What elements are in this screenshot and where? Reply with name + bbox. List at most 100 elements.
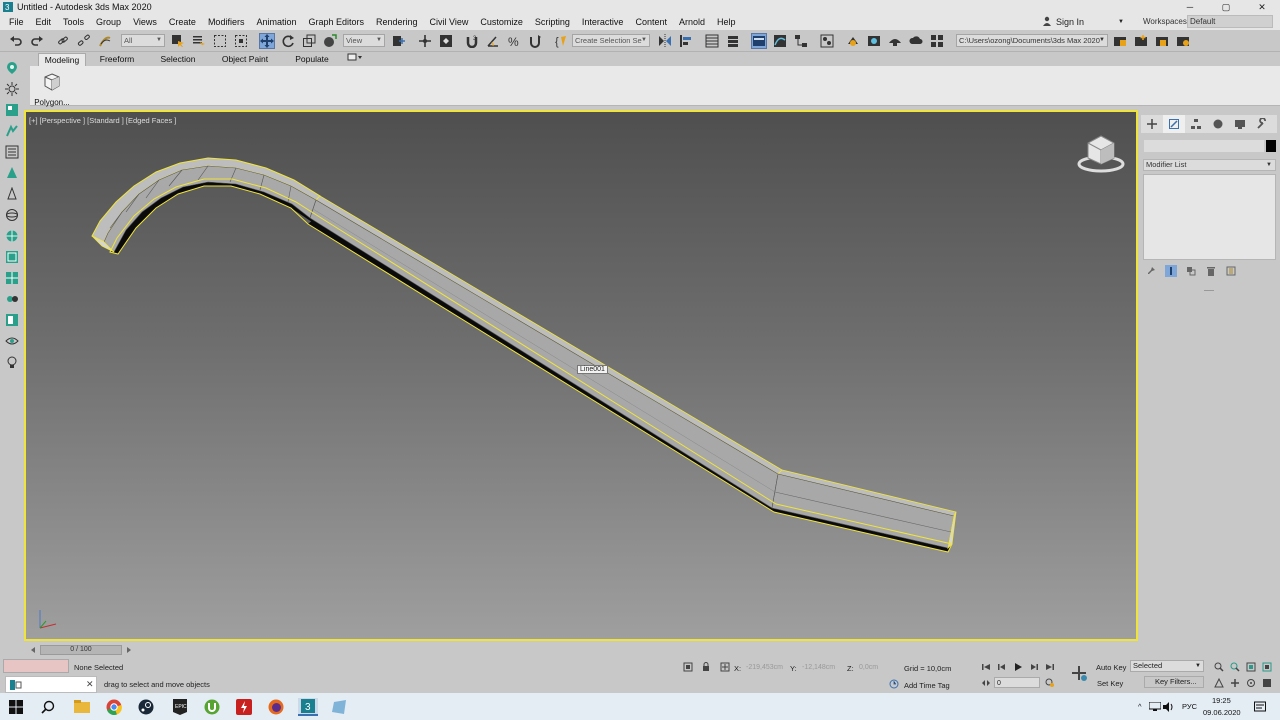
time-tag-icon[interactable] — [888, 678, 900, 690]
unlink-icon[interactable] — [76, 33, 92, 49]
tab-selection[interactable]: Selection — [153, 53, 203, 66]
rendered-frame-window-icon[interactable] — [866, 33, 882, 49]
link-icon[interactable] — [55, 33, 71, 49]
previous-key-icon[interactable] — [996, 661, 1008, 673]
toggle-ribbon-icon[interactable] — [751, 33, 767, 49]
menu-file[interactable]: File — [3, 17, 30, 27]
project-icon[interactable] — [1112, 33, 1128, 49]
close-button[interactable]: ✕ — [1244, 0, 1280, 14]
show-hidden-icons-icon[interactable]: ^ — [1138, 702, 1142, 711]
polygon-modeling-button[interactable]: Polygon... — [32, 70, 70, 107]
pivot-center-icon[interactable] — [391, 33, 407, 49]
menu-rendering[interactable]: Rendering — [370, 17, 424, 27]
pan-view-icon[interactable] — [1229, 677, 1241, 689]
chrome-icon[interactable] — [104, 698, 124, 716]
flash-app-icon[interactable] — [234, 698, 254, 716]
create-icon[interactable] — [4, 60, 20, 76]
tab-populate[interactable]: Populate — [286, 53, 338, 66]
auto-key-button[interactable]: Auto Key — [1096, 663, 1126, 672]
field-of-view-icon[interactable] — [1213, 677, 1225, 689]
project-folder-dropdown[interactable]: C:\Users\ozong\Documents\3ds Max 2020 ▼ — [956, 34, 1108, 47]
panel-toggle-icon[interactable] — [4, 312, 20, 328]
key-selection-dropdown[interactable]: Selected ▼ — [1130, 660, 1204, 672]
window-app-icon[interactable] — [330, 698, 350, 716]
project-settings-icon[interactable] — [1175, 33, 1191, 49]
edit-named-selection-icon[interactable]: { — [553, 33, 569, 49]
set-key-button[interactable]: Set Key — [1097, 679, 1123, 688]
go-to-end-icon[interactable] — [1044, 661, 1056, 673]
pin-stack-icon[interactable] — [1145, 265, 1157, 277]
menu-create[interactable]: Create — [163, 17, 202, 27]
key-filters-button[interactable]: Key Filters... — [1144, 676, 1204, 688]
isolate-selection-icon[interactable] — [682, 661, 694, 673]
maximize-viewport-icon[interactable] — [4, 249, 20, 265]
material-editor-icon[interactable] — [819, 33, 835, 49]
modifier-stack[interactable] — [1143, 174, 1276, 260]
time-configuration-icon[interactable] — [1044, 677, 1056, 689]
viewport-layouts-icon[interactable] — [4, 102, 20, 118]
menu-tools[interactable]: Tools — [57, 17, 90, 27]
zoom-extents-all-icon[interactable] — [1261, 661, 1273, 673]
panel-resize-handle[interactable] — [1204, 290, 1214, 291]
percent-snap-icon[interactable]: % — [506, 33, 522, 49]
select-and-rotate-icon[interactable] — [280, 33, 296, 49]
go-to-start-icon[interactable] — [980, 661, 992, 673]
menu-scripting[interactable]: Scripting — [529, 17, 576, 27]
menu-interactive[interactable]: Interactive — [576, 17, 630, 27]
mirror-icon[interactable] — [657, 33, 673, 49]
zoom-icon[interactable] — [1213, 661, 1225, 673]
globe-icon[interactable] — [4, 228, 20, 244]
close-icon[interactable]: ✕ — [86, 679, 94, 690]
toggle-layer-explorer-icon[interactable] — [725, 33, 741, 49]
menu-edit[interactable]: Edit — [30, 17, 58, 27]
menu-group[interactable]: Group — [90, 17, 127, 27]
menu-arnold[interactable]: Arnold — [673, 17, 711, 27]
show-end-result-icon[interactable] — [1165, 265, 1177, 277]
menu-graph-editors[interactable]: Graph Editors — [302, 17, 370, 27]
selection-filter-dropdown[interactable]: All ▼ — [121, 34, 165, 47]
file-explorer-icon[interactable] — [72, 698, 92, 716]
render-production-icon[interactable] — [887, 33, 903, 49]
next-frame-icon[interactable] — [123, 644, 135, 656]
object-name-field[interactable] — [1144, 140, 1264, 152]
sun-icon[interactable] — [4, 81, 20, 97]
menu-content[interactable]: Content — [629, 17, 673, 27]
add-time-tag[interactable]: Add Time Tag — [904, 681, 950, 690]
display-tab-icon[interactable] — [1229, 115, 1251, 133]
angle-snap-icon[interactable] — [485, 33, 501, 49]
perspective-viewport[interactable]: [+] [Perspective ] [Standard ] [Edged Fa… — [24, 110, 1138, 641]
modifier-list-dropdown[interactable]: Modifier List ▼ — [1143, 159, 1276, 171]
render-in-cloud-icon[interactable] — [908, 33, 924, 49]
window-crossing-icon[interactable] — [233, 33, 249, 49]
rectangular-selection-icon[interactable] — [212, 33, 228, 49]
keyboard-shortcut-toggle-icon[interactable] — [438, 33, 454, 49]
make-unique-icon[interactable] — [1185, 265, 1197, 277]
walkthrough-icon[interactable] — [4, 123, 20, 139]
sign-in-button[interactable]: Sign In ▼ — [1042, 15, 1124, 29]
viewcube[interactable] — [1076, 130, 1126, 176]
ribbon-options-button[interactable] — [346, 53, 364, 66]
configure-modifier-sets-icon[interactable] — [1225, 265, 1237, 277]
scene-explorer-icon[interactable] — [4, 144, 20, 160]
tab-object-paint[interactable]: Object Paint — [215, 53, 275, 66]
notifications-icon[interactable] — [1252, 698, 1268, 716]
spline-extrusion-object[interactable] — [26, 112, 1136, 639]
redo-icon[interactable] — [29, 33, 45, 49]
hierarchy-tab-icon[interactable] — [1185, 115, 1207, 133]
eye-icon[interactable] — [4, 333, 20, 349]
select-by-name-icon[interactable] — [191, 33, 207, 49]
search-icon[interactable] — [38, 698, 58, 716]
lock-icon[interactable] — [700, 661, 712, 673]
workspace-select[interactable]: Default — [1187, 15, 1273, 28]
input-language[interactable]: РУС — [1182, 702, 1197, 711]
undo-icon[interactable] — [8, 33, 24, 49]
orbit-view-icon[interactable] — [1245, 677, 1257, 689]
select-object-icon[interactable] — [170, 33, 186, 49]
curve-editor-icon[interactable] — [772, 33, 788, 49]
select-manipulate-icon[interactable] — [417, 33, 433, 49]
named-selection-set-dropdown[interactable]: Create Selection Se ▼ — [572, 34, 650, 47]
maxscript-mini-window[interactable]: ✕ — [5, 676, 97, 693]
schematic-view-icon[interactable] — [793, 33, 809, 49]
current-frame-field[interactable]: 0 — [994, 677, 1040, 688]
modify-tab-icon[interactable] — [1163, 115, 1185, 133]
